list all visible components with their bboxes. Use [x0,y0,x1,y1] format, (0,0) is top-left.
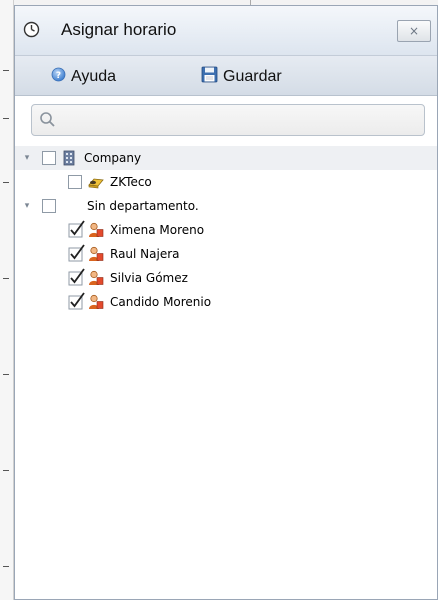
dialog-titlebar[interactable]: Asignar horario × [15,6,437,56]
background-window-edge [0,0,14,600]
employee-checkbox[interactable] [68,220,85,238]
tree-node-employee[interactable]: Raul Najera [15,242,437,266]
employee-tree: ▾ Company ZKTeco ▾ Sin departamento. Xim… [15,146,437,314]
user-icon [88,246,104,262]
employee-name: Silvia Gómez [110,271,188,285]
help-label: Ayuda [71,68,117,85]
dialog-title: Asignar horario [61,20,177,39]
expand-arrow-icon[interactable]: ▾ [22,153,32,163]
user-icon [88,294,104,310]
close-icon: × [408,24,420,38]
zkteco-label: ZKTeco [110,175,152,189]
tree-node-sin-departamento[interactable]: ▾ Sin departamento. [15,194,437,218]
tree-node-employee[interactable]: Candido Morenio [15,290,437,314]
user-icon [88,270,104,286]
department-icon [88,174,104,190]
employee-name: Candido Morenio [110,295,212,309]
search-icon [39,111,56,131]
tree-node-company[interactable]: ▾ Company [15,146,437,170]
sin-departamento-label: Sin departamento. [87,199,199,213]
dialog-toolbar: ? Ayuda Guardar [15,56,437,96]
search-input[interactable] [60,109,418,131]
close-button[interactable]: × [397,20,431,42]
floppy-disk-icon [201,66,218,88]
tree-node-employee[interactable]: Silvia Gómez [15,266,437,290]
employee-checkbox[interactable] [68,244,85,262]
sin-departamento-checkbox[interactable] [42,199,56,213]
employee-checkbox[interactable] [68,268,85,286]
save-button[interactable]: Guardar [201,66,282,88]
svg-text:?: ? [56,71,61,81]
user-icon [88,222,104,238]
tree-node-zkteco[interactable]: ZKTeco [15,170,437,194]
search-box[interactable] [31,104,425,136]
help-button[interactable]: ? Ayuda [51,66,116,88]
expand-arrow-icon[interactable]: ▾ [22,201,32,211]
company-label: Company [84,151,142,165]
tree-node-employee[interactable]: Ximena Moreno [15,218,437,242]
assign-schedule-dialog: Asignar horario × ? Ayuda Guardar ▾ Comp… [14,5,438,600]
zkteco-checkbox[interactable] [68,175,82,189]
company-checkbox[interactable] [42,151,56,165]
clock-icon [23,21,40,38]
save-label: Guardar [223,68,282,85]
employee-name: Ximena Moreno [110,223,205,237]
building-icon [62,150,78,166]
help-icon: ? [51,67,66,87]
employee-checkbox[interactable] [68,292,85,310]
employee-name: Raul Najera [110,247,180,261]
